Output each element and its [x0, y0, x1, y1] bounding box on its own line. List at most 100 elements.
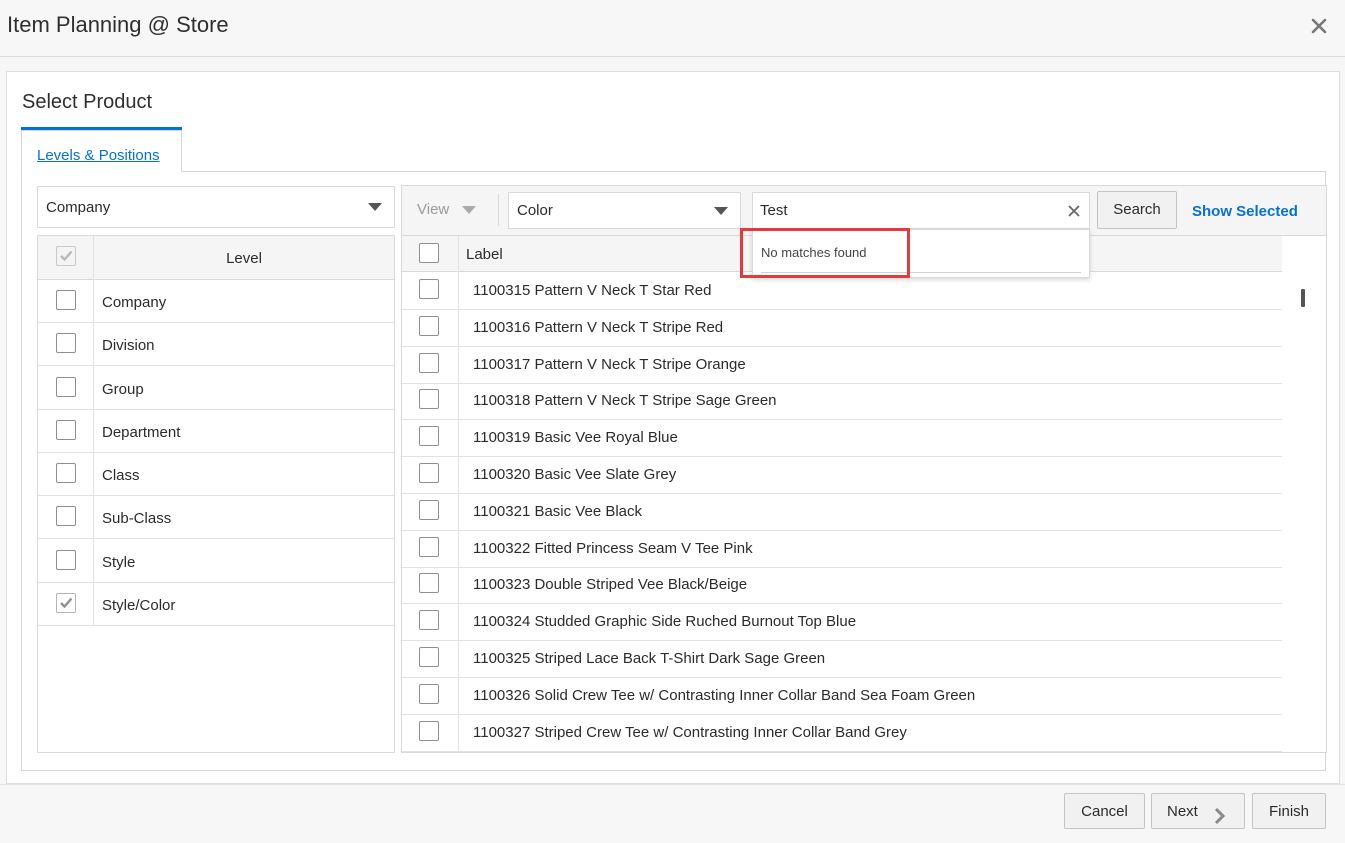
table-row[interactable]: 1100327 Striped Crew Tee w/ Contrasting …: [402, 715, 1282, 752]
row-checkbox[interactable]: [419, 720, 439, 741]
item-label: 1100321 Basic Vee Black: [473, 502, 643, 520]
table-row[interactable]: 1100315 Pattern V Neck T Star Red: [402, 273, 1282, 310]
level-label: Division: [102, 337, 155, 355]
item-label: 1100323 Double Striped Vee Black/Beige: [473, 576, 748, 594]
next-button[interactable]: Next: [1151, 793, 1245, 829]
chevron-down-icon: [714, 206, 728, 215]
level-checkbox[interactable]: [56, 506, 76, 527]
level-row[interactable]: Company: [38, 280, 394, 323]
items-panel: View Color Search Show Selected No match: [401, 185, 1327, 753]
table-row[interactable]: 1100324 Studded Graphic Side Ruched Burn…: [402, 604, 1282, 642]
table-row[interactable]: 1100317 Pattern V Neck T Stripe Orange: [402, 347, 1282, 384]
row-checkbox[interactable]: [419, 647, 439, 667]
item-label: 1100326 Solid Crew Tee w/ Contrasting In…: [473, 686, 976, 704]
row-checkbox[interactable]: [419, 463, 439, 483]
table-row[interactable]: 1100318 Pattern V Neck T Stripe Sage Gre…: [402, 383, 1282, 421]
search-button[interactable]: Search: [1097, 191, 1177, 229]
hierarchy-select[interactable]: Company: [37, 186, 395, 228]
level-select-value: Color: [517, 202, 553, 219]
search-suggestions-popup: No matches found: [752, 229, 1090, 278]
row-checkbox[interactable]: [419, 352, 439, 373]
level-row[interactable]: Style: [38, 540, 394, 583]
select-all-items-checkbox[interactable]: [419, 243, 439, 263]
dialog-title: Item Planning @ Store: [7, 12, 229, 37]
level-label: Style: [102, 553, 136, 571]
level-checkbox[interactable]: [56, 592, 76, 613]
table-row[interactable]: 1100325 Striped Lace Back T-Shirt Dark S…: [402, 641, 1282, 678]
row-checkbox[interactable]: [419, 315, 439, 336]
footer-divider: [0, 784, 1345, 785]
table-row[interactable]: 1100319 Basic Vee Royal Blue: [402, 420, 1282, 458]
row-checkbox[interactable]: [419, 610, 439, 631]
search-field[interactable]: [752, 192, 1090, 229]
select-all-levels-checkbox: [56, 246, 76, 266]
level-row[interactable]: Sub-Class: [38, 496, 394, 540]
level-select[interactable]: Color: [508, 192, 741, 229]
table-row[interactable]: 1100322 Fitted Princess Seam V Tee Pink: [402, 531, 1282, 568]
clear-icon[interactable]: [1067, 204, 1081, 218]
level-label: Style/Color: [102, 596, 176, 614]
tab-levels-positions[interactable]: Levels & Positions: [21, 130, 182, 172]
scrollbar-thumb[interactable]: [1301, 289, 1305, 307]
show-selected-link[interactable]: Show Selected: [1192, 203, 1298, 220]
item-label: 1100320 Basic Vee Slate Grey: [473, 466, 677, 483]
card-title: Select Product: [22, 91, 153, 113]
level-row[interactable]: Department: [38, 410, 394, 453]
table-row[interactable]: 1100321 Basic Vee Black: [402, 494, 1282, 531]
cancel-button[interactable]: Cancel: [1064, 793, 1145, 829]
table-row[interactable]: 1100316 Pattern V Neck T Stripe Red: [402, 310, 1282, 347]
level-label: Sub-Class: [102, 510, 172, 528]
search-input[interactable]: [753, 193, 1053, 228]
row-checkbox[interactable]: [419, 279, 439, 299]
level-label: Group: [102, 380, 144, 398]
level-row[interactable]: Class: [38, 453, 394, 496]
table-row[interactable]: 1100320 Basic Vee Slate Grey: [402, 457, 1282, 494]
select-product-card: Select Product Levels & Positions Compan…: [6, 71, 1340, 784]
level-table: Level Company Division Group Department Clas…: [37, 235, 395, 753]
chevron-down-icon: [462, 206, 476, 214]
item-label: 1100319 Basic Vee Royal Blue: [473, 429, 678, 447]
level-row[interactable]: Division: [38, 323, 394, 367]
title-divider: [0, 56, 1345, 57]
view-menu[interactable]: View: [417, 201, 449, 218]
row-checkbox[interactable]: [419, 389, 439, 410]
popup-divider: [761, 272, 1081, 273]
row-checkbox[interactable]: [419, 499, 439, 520]
chevron-down-icon: [368, 203, 382, 211]
item-label: 1100325 Striped Lace Back T-Shirt Dark S…: [473, 650, 826, 667]
chevron-right-icon: [1213, 803, 1227, 839]
level-label: Company: [102, 294, 167, 311]
level-checkbox[interactable]: [56, 290, 76, 310]
item-label: 1100327 Striped Crew Tee w/ Contrasting …: [473, 723, 907, 741]
label-column-header[interactable]: Label: [466, 246, 503, 263]
finish-button[interactable]: Finish: [1252, 793, 1326, 829]
level-checkbox[interactable]: [56, 376, 76, 397]
table-row[interactable]: 1100323 Double Striped Vee Black/Beige: [402, 567, 1282, 605]
row-checkbox[interactable]: [419, 683, 439, 704]
table-row[interactable]: 1100326 Solid Crew Tee w/ Contrasting In…: [402, 678, 1282, 715]
level-checkbox[interactable]: [56, 463, 76, 483]
level-table-header: Level: [38, 236, 394, 280]
next-label: Next: [1167, 803, 1198, 820]
row-checkbox[interactable]: [419, 536, 439, 557]
level-checkbox[interactable]: [56, 333, 76, 354]
level-column-header: Level: [226, 250, 262, 267]
item-label: 1100324 Studded Graphic Side Ruched Burn…: [473, 613, 857, 631]
item-label: 1100315 Pattern V Neck T Star Red: [473, 282, 712, 299]
level-label: Class: [102, 467, 140, 484]
level-checkbox[interactable]: [56, 549, 76, 570]
level-checkbox[interactable]: [56, 419, 76, 440]
level-row[interactable]: Style/Color: [38, 583, 394, 626]
item-label: 1100317 Pattern V Neck T Stripe Orange: [473, 355, 746, 373]
tab-label[interactable]: Levels & Positions: [37, 147, 160, 164]
row-checkbox[interactable]: [419, 573, 439, 594]
item-label: 1100322 Fitted Princess Seam V Tee Pink: [473, 539, 753, 557]
item-label: 1100318 Pattern V Neck T Stripe Sage Gre…: [473, 392, 777, 410]
close-icon[interactable]: [1309, 16, 1329, 36]
toolbar-divider: [498, 194, 499, 226]
row-checkbox[interactable]: [419, 426, 439, 447]
no-matches-message: No matches found: [761, 245, 867, 260]
hierarchy-select-value: Company: [46, 198, 111, 216]
level-row[interactable]: Group: [38, 367, 394, 410]
tab-panel: Company Level Company Division Group Depart…: [21, 171, 1327, 771]
